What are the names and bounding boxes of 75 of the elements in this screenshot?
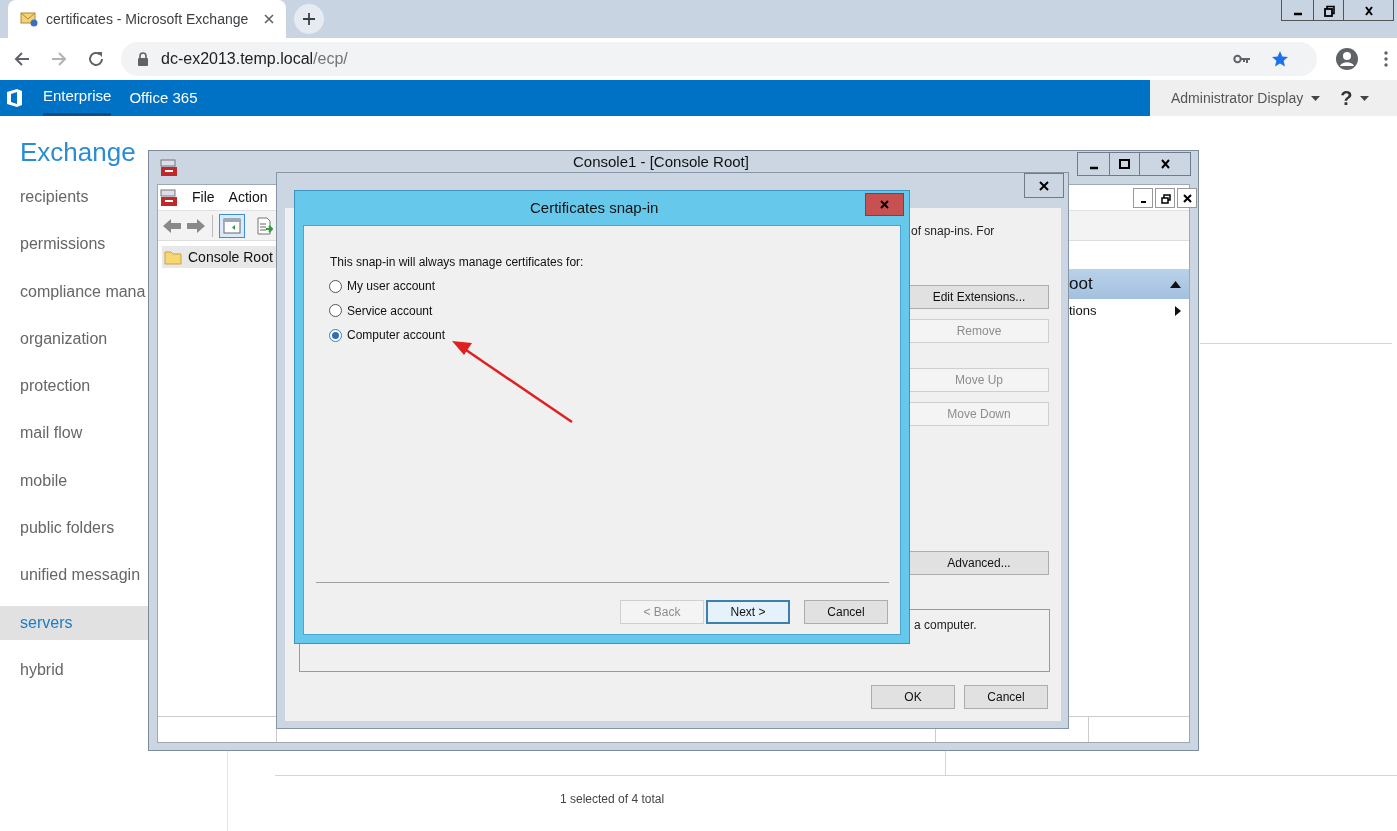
caret-icon[interactable] xyxy=(1311,95,1321,101)
window-title: Console1 - [Console Root] xyxy=(573,153,749,171)
nav-item[interactable]: recipients xyxy=(0,180,148,214)
toolbar-button[interactable] xyxy=(219,213,245,238)
nav-link[interactable]: Enterprise xyxy=(43,80,112,116)
dialog-title: Certificates snap-in xyxy=(530,198,659,218)
reload-icon[interactable] xyxy=(87,50,105,68)
submenu-arrow-icon xyxy=(1175,306,1181,316)
export-list-icon[interactable] xyxy=(257,216,273,235)
menu-icon[interactable] xyxy=(1384,51,1388,67)
collapse-icon[interactable] xyxy=(1170,280,1181,288)
lock-icon xyxy=(137,52,149,66)
close-icon[interactable] xyxy=(264,14,274,24)
nav-item[interactable]: hybrid xyxy=(0,652,148,687)
new-tab-button[interactable] xyxy=(294,4,324,34)
description-text: a computer. xyxy=(914,617,977,634)
nav-item[interactable]: unified messagin xyxy=(0,558,148,593)
back-arrow-icon[interactable] xyxy=(162,217,182,234)
menu-item[interactable]: File xyxy=(192,187,215,208)
caret-icon[interactable] xyxy=(1360,95,1370,101)
forward-arrow-icon[interactable] xyxy=(186,217,206,234)
radio-button[interactable] xyxy=(329,279,342,293)
radio-option[interactable]: Service account xyxy=(329,301,433,320)
dialog-button[interactable]: Advanced... xyxy=(909,551,1049,575)
address-bar[interactable]: dc-ex2013.temp.local/ecp/ xyxy=(121,42,1317,76)
dialog-button[interactable]: Edit Extensions... xyxy=(909,285,1049,309)
url-text: dc-ex2013.temp.local/ecp/ xyxy=(161,49,348,69)
radio-option[interactable]: My user account xyxy=(329,277,436,295)
folder-icon xyxy=(164,249,182,265)
nav-item[interactable]: mail flow xyxy=(0,416,148,451)
toolbox-icon xyxy=(160,159,178,177)
user-menu[interactable]: Administrator Display xyxy=(1171,87,1304,109)
nav-item[interactable]: compliance mana xyxy=(0,274,148,309)
help-button[interactable]: ? xyxy=(1340,83,1353,113)
maximize-icon[interactable] xyxy=(1117,157,1132,171)
dialog-button[interactable]: OK xyxy=(871,685,955,709)
close-button[interactable] xyxy=(1024,173,1064,198)
nav-item[interactable]: permissions xyxy=(0,227,148,262)
plus-icon xyxy=(302,12,316,26)
back-icon[interactable] xyxy=(13,50,31,68)
tree-item[interactable]: Console Root xyxy=(162,246,277,268)
close-icon xyxy=(1038,179,1050,192)
radio-button[interactable] xyxy=(329,304,342,317)
profile-icon[interactable] xyxy=(1335,47,1359,71)
close-icon[interactable] xyxy=(1180,191,1194,205)
close-icon xyxy=(879,199,890,210)
dialog-button[interactable]: Cancel xyxy=(964,685,1048,709)
radio-button[interactable] xyxy=(329,328,342,342)
restore-icon[interactable] xyxy=(1158,191,1172,205)
tab-title: certificates - Microsoft Exchange xyxy=(46,9,250,29)
envelope-icon xyxy=(20,11,38,27)
status-text: 1 selected of 4 total xyxy=(560,791,665,808)
dialog-button[interactable]: Cancel xyxy=(804,600,888,624)
pane-link[interactable]: tions xyxy=(1069,299,1189,323)
pane-icon xyxy=(223,217,241,234)
browser-tab[interactable]: certificates - Microsoft Exchange xyxy=(8,0,286,38)
actions-header[interactable]: oot xyxy=(1069,269,1189,299)
star-icon[interactable] xyxy=(1271,50,1289,68)
nav-link[interactable]: Office 365 xyxy=(129,80,198,116)
office-logo-icon xyxy=(6,88,24,108)
restore-icon[interactable] xyxy=(1321,3,1336,18)
nav-item[interactable]: mobile xyxy=(0,463,148,498)
radio-option[interactable]: Computer account xyxy=(329,326,446,344)
forward-icon xyxy=(50,50,68,68)
prompt-text: This snap-in will always manage certificates for: xyxy=(330,254,584,271)
nav-item[interactable]: servers xyxy=(0,605,148,640)
toolbox-icon xyxy=(160,188,178,207)
nav-item[interactable]: organization xyxy=(0,321,148,356)
page-title: Exchange xyxy=(20,136,136,169)
nav-item[interactable]: public folders xyxy=(0,511,148,546)
nav-item[interactable]: protection xyxy=(0,369,148,404)
description-text: of snap-ins. For xyxy=(911,223,995,240)
dialog-button[interactable]: Next > xyxy=(706,600,790,624)
menu-item[interactable]: Action xyxy=(228,187,268,208)
key-icon[interactable] xyxy=(1233,54,1251,64)
